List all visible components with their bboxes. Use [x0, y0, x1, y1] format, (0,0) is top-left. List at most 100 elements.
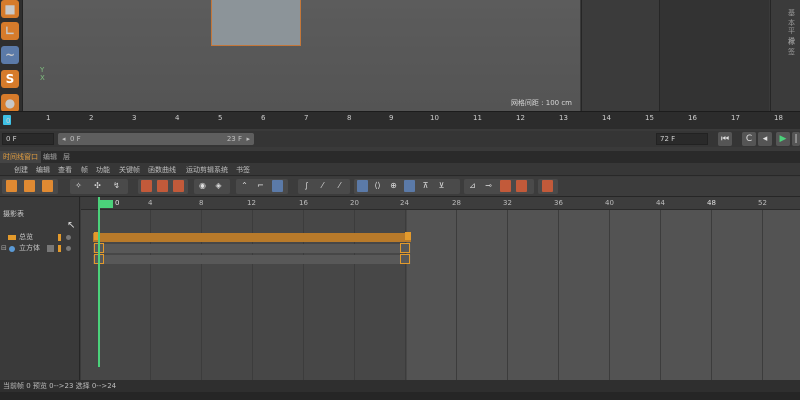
menu-frame[interactable]: 帧 [81, 165, 88, 175]
preview-range-slider[interactable]: ◂ 0 F 23 F ▸ [58, 133, 254, 145]
current-frame-field[interactable]: 0 F [2, 133, 54, 145]
range-left-arrow-icon[interactable]: ◂ [62, 133, 66, 145]
menu-edit[interactable]: 编辑 [36, 165, 50, 175]
tangent-unify-icon[interactable]: ⊕ [388, 180, 399, 192]
key-filter-icon[interactable]: ◈ [213, 180, 224, 192]
dopesheet-icon[interactable] [6, 180, 17, 192]
menu-motion-system[interactable]: 运动剪辑系统 [186, 165, 228, 175]
tangent-lock-icon[interactable] [404, 180, 415, 192]
ease-in-out-icon[interactable]: ∫ [301, 180, 312, 192]
ripple-icon[interactable]: ↯ [111, 180, 122, 192]
attribute-panel [659, 0, 769, 111]
mouse-cursor-icon: ↖ [67, 220, 76, 231]
step-back-icon[interactable]: ◂ [758, 132, 772, 146]
spline-interp-icon[interactable] [272, 180, 283, 192]
ruler-label: 9 [389, 114, 394, 122]
track-lock-icon[interactable]: ⊿ [467, 180, 478, 192]
spline-icon[interactable]: ~ [1, 46, 19, 64]
grid-line [660, 210, 661, 380]
keyframe-end[interactable] [400, 254, 410, 264]
tangent-break-icon[interactable]: ⟨⟩ [372, 180, 383, 192]
ease-out-icon[interactable]: ⁄ [334, 180, 345, 192]
ruler-label: 7 [304, 114, 309, 122]
frame-ruler[interactable]: 0 1 2 3 4 5 6 7 8 9 10 11 12 13 14 15 16… [0, 111, 800, 129]
cube-track-band[interactable] [93, 244, 411, 253]
track-row-summary[interactable]: 总览 [0, 232, 80, 243]
range-right-arrow-icon[interactable]: ▸ [246, 133, 250, 145]
motion-mode-icon[interactable] [42, 180, 53, 192]
menu-create[interactable]: 创建 [14, 165, 28, 175]
range-end-label: 23 F [226, 135, 242, 143]
tangent-auto-icon[interactable] [357, 180, 368, 192]
summary-track-band[interactable] [93, 233, 411, 242]
track-mute-icon[interactable]: ⊸ [483, 180, 494, 192]
menu-keyframe[interactable]: 关键帧 [119, 165, 140, 175]
expand-icon[interactable]: ⊟ [1, 243, 7, 254]
loop-icon[interactable]: C [742, 132, 756, 146]
play-icon[interactable]: ▶ [776, 132, 790, 146]
bake-icon[interactable] [542, 180, 553, 192]
next-icon[interactable]: | [792, 132, 800, 146]
status-dot-icon[interactable] [66, 235, 71, 240]
menu-functions[interactable]: 功能 [96, 165, 110, 175]
dopesheet-ruler[interactable]: 0 4 8 12 16 20 24 28 32 36 40 44 48 52 [81, 197, 800, 210]
tag-icon[interactable]: ● [1, 94, 19, 112]
summary-key-end[interactable] [405, 232, 411, 240]
track-row-cube[interactable]: ⊟ 立方体 [0, 243, 80, 254]
symmetry-icon[interactable]: S [1, 70, 19, 88]
tangent-zero-icon[interactable]: ⊼ [420, 180, 431, 192]
fcurve-mode-icon[interactable] [24, 180, 35, 192]
ruler-label: 48 [707, 199, 716, 207]
ruler-label: 5 [218, 114, 223, 122]
track-key-icon[interactable] [516, 180, 527, 192]
grid-line [456, 210, 457, 380]
toolbar-group-tangents: ⟨⟩ ⊕ ⊼ ⊻ [354, 179, 460, 194]
current-frame-label: 0 [115, 199, 120, 207]
playhead-line[interactable] [98, 197, 100, 367]
record-key-icon[interactable] [173, 180, 184, 192]
cube-subtrack-band[interactable] [93, 255, 411, 264]
status-dot-icon[interactable] [66, 246, 71, 251]
menu-view[interactable]: 查看 [58, 165, 72, 175]
add-key-icon[interactable] [141, 180, 152, 192]
object-panel [581, 0, 659, 111]
auto-key-icon[interactable]: ◉ [197, 180, 208, 192]
magnet-icon[interactable]: ✣ [92, 180, 103, 192]
go-to-start-icon[interactable]: ⏮ [718, 132, 732, 146]
ruler-label: 52 [758, 199, 767, 207]
timeline-toolbar: ✧ ✣ ↯ ◉ ◈ ⌃ ⌐ ∫ ⁄ ⁄ ⟨⟩ ⊕ ⊼ ⊻ ⊿ ⊸ [0, 177, 800, 197]
bend-deformer-icon[interactable]: ∟ [1, 22, 19, 40]
tangent-clamp-icon[interactable]: ⊻ [436, 180, 447, 192]
bottom-strip [0, 392, 800, 400]
axis-gizmo: YX [40, 66, 45, 82]
inactive-range [407, 210, 800, 380]
grid-line [558, 210, 559, 380]
cube-primitive-icon[interactable]: ■ [1, 0, 19, 18]
ruler-label: 2 [89, 114, 94, 122]
ruler-label: 32 [503, 199, 512, 207]
step-interp-icon[interactable]: ⌐ [255, 180, 266, 192]
menu-fcurve[interactable]: 函数曲线 [148, 165, 176, 175]
tab-edit[interactable]: 编辑 [40, 151, 60, 163]
tab-layer[interactable]: 层 [60, 151, 73, 163]
track-record-icon[interactable] [500, 180, 511, 192]
ease-in-icon[interactable]: ⁄ [317, 180, 328, 192]
cube-object[interactable] [211, 0, 301, 46]
end-frame-field[interactable]: 72 F [656, 133, 708, 145]
cube-icon [9, 246, 15, 252]
ruler-label: 4 [175, 114, 180, 122]
layer-icon[interactable] [47, 245, 54, 252]
dopesheet-grid[interactable] [81, 210, 800, 380]
linear-interp-icon[interactable]: ⌃ [239, 180, 250, 192]
snap-icon[interactable]: ✧ [73, 180, 84, 192]
ruler-label: 16 [688, 114, 697, 122]
track-label: 总览 [19, 233, 33, 241]
playhead-handle[interactable] [99, 200, 113, 208]
keyframe-end[interactable] [400, 243, 410, 253]
tab-timeline[interactable]: 时间线窗口 [0, 151, 41, 163]
menu-bookmarks[interactable]: 书签 [236, 165, 250, 175]
viewport[interactable]: YX 网格间距 : 100 cm [22, 0, 580, 111]
remove-key-icon[interactable] [157, 180, 168, 192]
ruler-label: 24 [400, 199, 409, 207]
dopesheet-area[interactable]: 0 4 8 12 16 20 24 28 32 36 40 44 48 52 [81, 197, 800, 380]
